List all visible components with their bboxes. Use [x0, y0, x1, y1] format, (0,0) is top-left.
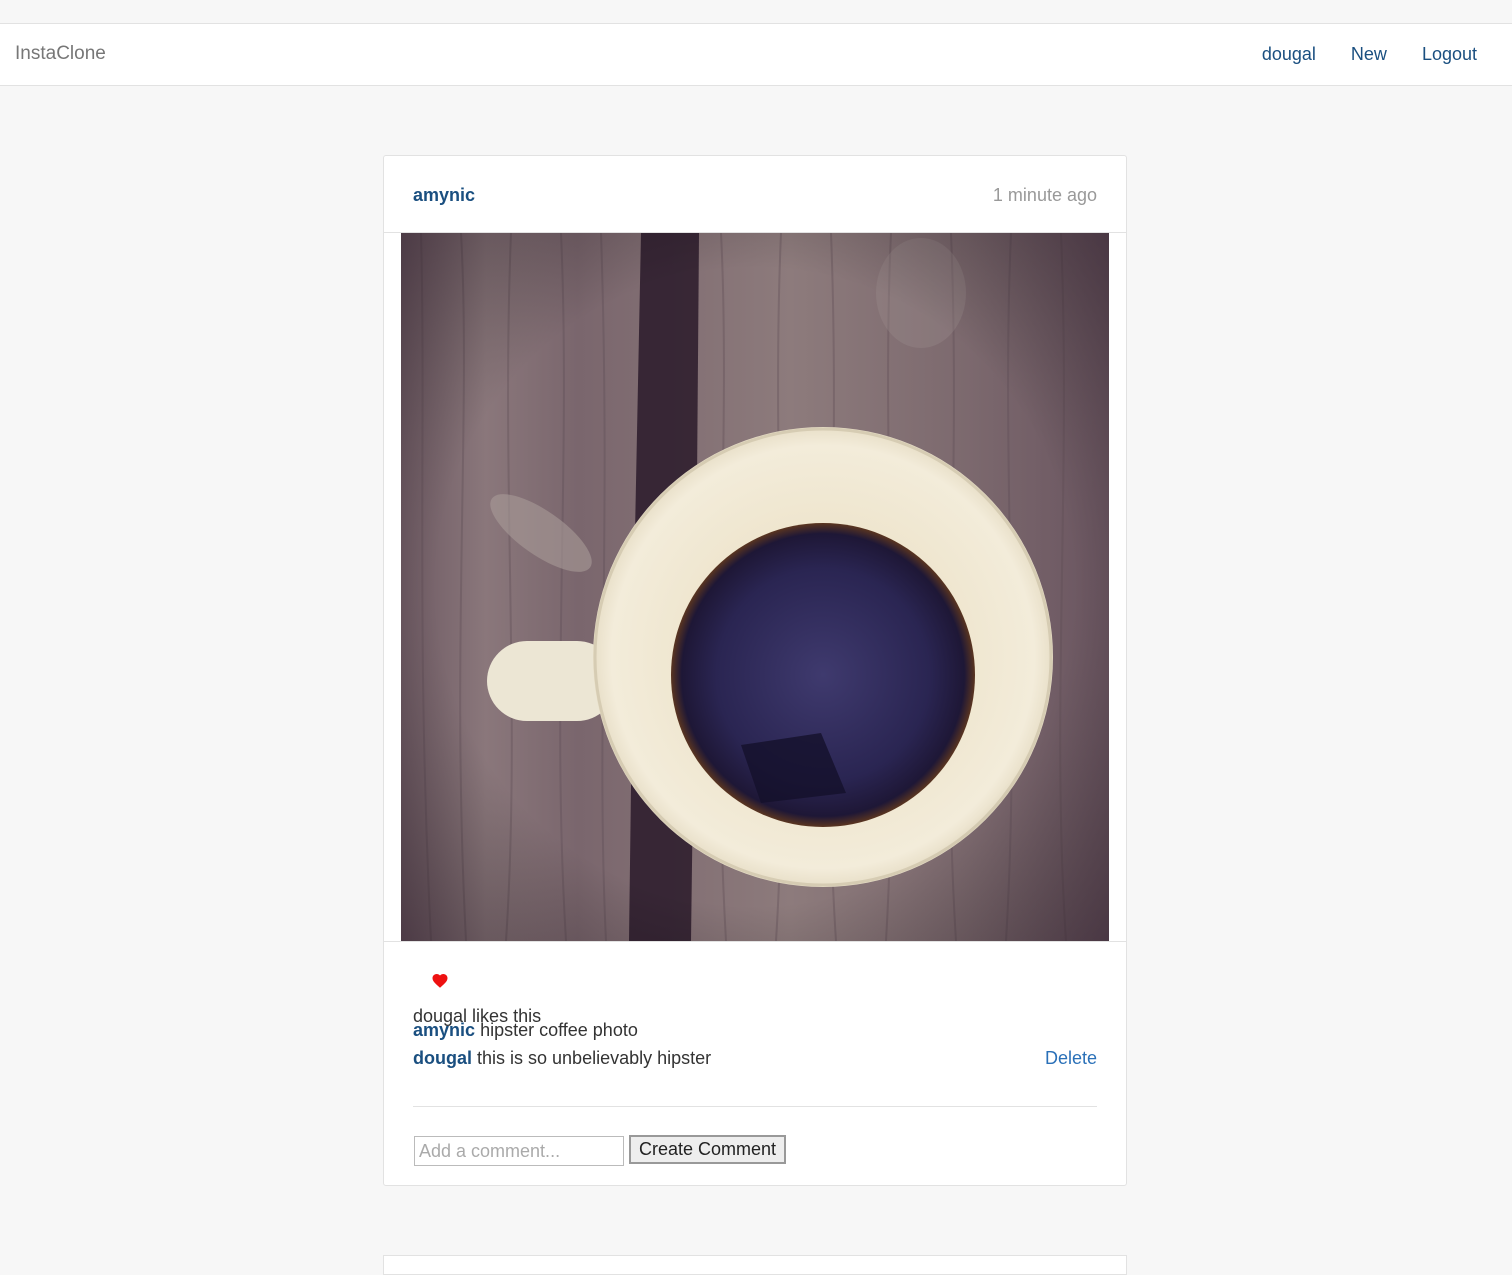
create-comment-button[interactable]: Create Comment	[629, 1135, 786, 1164]
post-author-link[interactable]: amynic	[413, 185, 475, 206]
comment-user-link[interactable]: amynic	[413, 1020, 475, 1040]
comments-divider	[413, 1106, 1097, 1107]
navbar: InstaClone dougal New Logout	[0, 24, 1512, 86]
nav-new-link[interactable]: New	[1351, 44, 1387, 65]
comment-user-link[interactable]: dougal	[413, 1048, 472, 1068]
coffee-photo-image	[401, 233, 1109, 941]
brand-link[interactable]: InstaClone	[15, 43, 106, 65]
browser-top-strip	[0, 0, 1512, 24]
nav-links: dougal New Logout	[1227, 44, 1477, 65]
comment-item: dougal this is so unbelievably hipster D…	[413, 1048, 1097, 1072]
nav-user-link[interactable]: dougal	[1262, 44, 1316, 65]
next-post-card	[383, 1255, 1127, 1275]
delete-comment-link[interactable]: Delete	[1045, 1048, 1097, 1069]
heart-icon[interactable]	[431, 972, 449, 990]
nav-logout-link[interactable]: Logout	[1422, 44, 1477, 65]
post-photo[interactable]	[401, 233, 1109, 941]
post-timestamp: 1 minute ago	[992, 185, 1097, 205]
comment-input[interactable]	[414, 1136, 624, 1166]
post-header: amynic 1 minute ago	[384, 156, 1126, 233]
comment-text: hipster coffee photo	[480, 1020, 638, 1040]
post-card: amynic 1 minute ago dougal likes this am…	[383, 155, 1127, 1186]
comment-text: this is so unbelievably hipster	[477, 1048, 712, 1068]
comment-item: amynic hipster coffee photo	[413, 1020, 1097, 1044]
photo-divider	[384, 941, 1126, 942]
